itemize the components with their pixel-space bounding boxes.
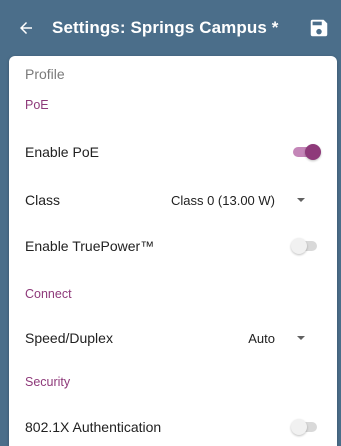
truepower-row[interactable]: Enable TruePower™ — [9, 226, 337, 266]
toggle-thumb — [305, 144, 321, 160]
class-select-value[interactable]: Class 0 (13.00 W) — [171, 193, 275, 208]
auth-label: 802.1X Authentication — [25, 419, 162, 435]
enable-poe-toggle[interactable] — [293, 144, 321, 160]
truepower-toggle[interactable] — [291, 238, 319, 254]
back-button[interactable] — [14, 16, 38, 40]
floppy-disk-icon — [310, 19, 328, 37]
section-header-poe: PoE — [25, 98, 49, 112]
class-label: Class — [25, 192, 61, 208]
truepower-label: Enable TruePower™ — [25, 238, 155, 254]
app-bar: Settings: Springs Campus * — [0, 0, 341, 56]
arrow-left-icon — [20, 22, 32, 34]
enable-poe-label: Enable PoE — [25, 144, 99, 160]
section-header-security: Security — [25, 375, 71, 389]
enable-poe-row[interactable]: Enable PoE — [9, 132, 337, 172]
page-title: Settings: Springs Campus * — [52, 18, 279, 37]
section-header-connect: Connect — [25, 287, 72, 301]
settings-card: Profile PoE Enable PoE Class Class 0 (13… — [9, 56, 337, 446]
profile-label: Profile — [25, 66, 65, 82]
chevron-down-icon[interactable] — [297, 336, 305, 340]
speed-duplex-label: Speed/Duplex — [25, 330, 113, 346]
toggle-thumb — [291, 419, 307, 435]
speed-duplex-row[interactable]: Speed/Duplex Auto — [9, 318, 337, 358]
toggle-thumb — [291, 238, 307, 254]
auth-row[interactable]: 802.1X Authentication — [9, 407, 337, 446]
speed-duplex-select-value[interactable]: Auto — [248, 331, 275, 346]
chevron-down-icon[interactable] — [297, 198, 305, 202]
class-row[interactable]: Class Class 0 (13.00 W) — [9, 180, 337, 220]
save-button[interactable] — [307, 16, 331, 40]
